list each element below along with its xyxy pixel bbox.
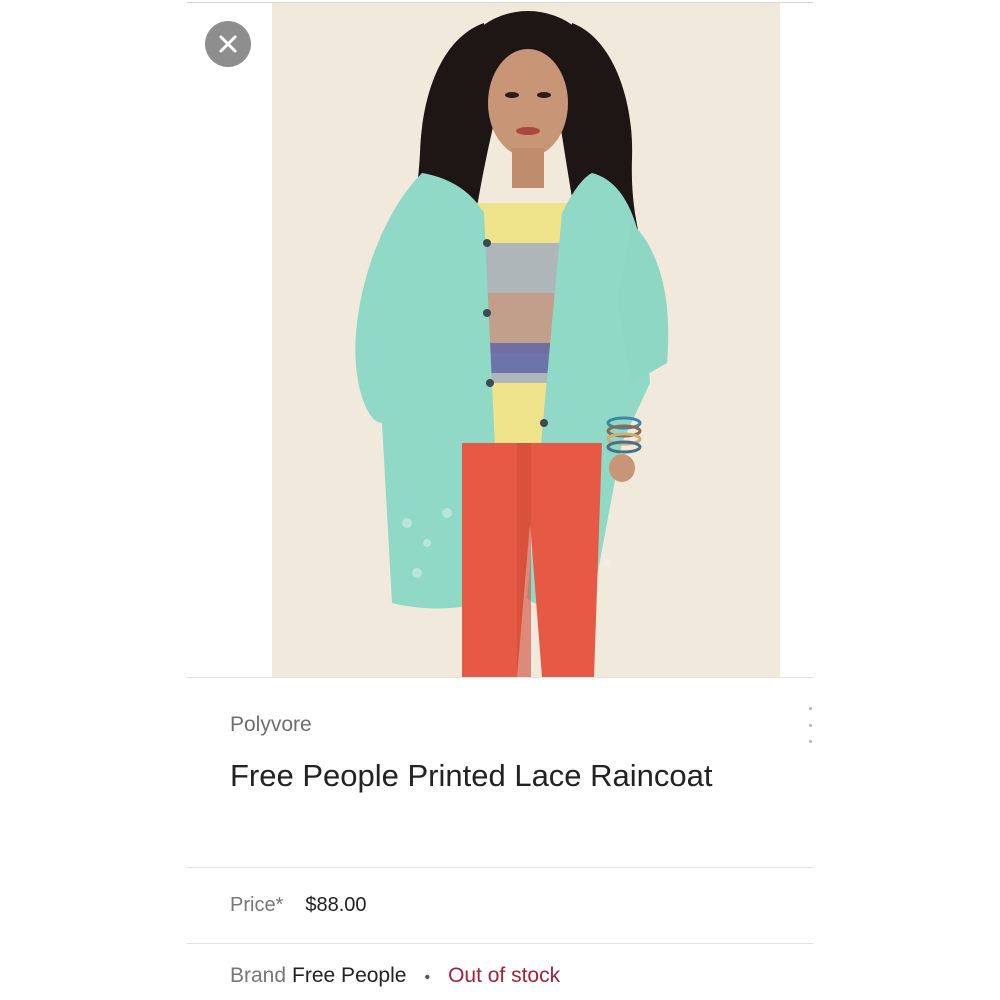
image-area: [187, 3, 813, 677]
more-vert-icon[interactable]: [807, 707, 813, 743]
brand-row: Brand Free People • Out of stock: [230, 964, 560, 988]
product-photo-graphic: [272, 3, 780, 677]
price-label: Price*: [230, 894, 284, 916]
price-divider: [187, 943, 813, 944]
close-button[interactable]: [205, 21, 251, 67]
stock-status: Out of stock: [448, 964, 561, 987]
product-photo[interactable]: [272, 3, 780, 677]
price-value: $88.00: [305, 894, 367, 916]
image-divider: [187, 677, 813, 678]
brand-value: Free People: [292, 964, 407, 987]
close-icon: [219, 35, 237, 53]
product-title: Free People Printed Lace Raincoat: [230, 758, 713, 793]
source-label[interactable]: Polyvore: [230, 713, 312, 737]
details-divider: [187, 867, 813, 868]
brand-label: Brand: [230, 964, 287, 987]
price-row: Price* $88.00: [230, 894, 367, 917]
separator-dot: •: [424, 969, 431, 986]
product-card: Polyvore Free People Printed Lace Rainco…: [187, 0, 813, 1000]
